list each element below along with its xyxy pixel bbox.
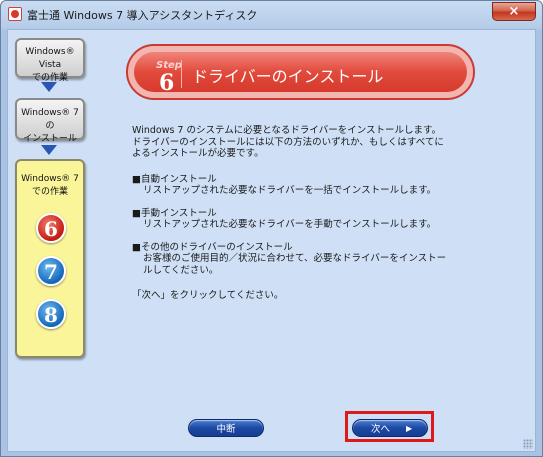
cancel-button[interactable]: 中断 [188,419,264,437]
step-win7-work-line2: での作業 [31,187,68,197]
play-arrow-icon: ▶ [406,423,413,433]
intro-line: ドライバーのインストールには以下の方法のいずれか、もしくはすべてに [132,136,444,148]
step-banner-inner: Step 6 ドライバーのインストール [134,52,467,96]
step-win7-install-line1: Windows® 7 の [21,108,79,131]
method-other-desc-line1: お客様のご使用目的／状況に合わせて、必要なドライバーをインストー [143,253,447,264]
method-auto-desc: リストアップされた必要なドライバーを一括でインストールします。 [143,185,437,196]
application-window: 富士通 Windows 7 導入アシスタントディスク × Windows® Vi… [0,0,543,457]
intro-text: Windows 7 のシステムに必要となるドライバーをインストールします。 ドラ… [132,125,482,160]
arrow-down-icon [41,145,57,155]
client-area: Windows® Vista での作業 Windows® 7 の インストール … [7,29,536,452]
step-vista-work: Windows® Vista での作業 [15,38,85,83]
next-button[interactable]: 次へ ▶ [352,419,428,437]
method-manual-desc: リストアップされた必要なドライバーを手動でインストールします。 [143,219,437,230]
intro-line: よるインストールが必要です。 [132,148,264,159]
intro-line: Windows 7 のシステムに必要となるドライバーをインストールします。 [132,125,442,136]
close-button[interactable]: × [492,2,536,21]
method-auto-heading: ■自動インストール [132,173,217,185]
banner-step-number: 6 [159,70,175,96]
banner-divider [181,60,182,88]
step-banner: Step 6 ドライバーのインストール [126,44,475,100]
instructions: Windows 7 のシステムに必要となるドライバーをインストールします。 ドラ… [132,125,482,302]
close-icon: × [508,4,520,19]
arrow-down-icon [41,82,57,92]
step-8-circle: 8 [36,299,66,329]
next-button-label: 次へ [371,424,391,435]
page-title: ドライバーのインストール [192,67,384,86]
method-other: ■その他のドライバーのインストール お客様のご使用目的／状況に合わせて、必要なド… [132,242,482,277]
step-win7-work-line1: Windows® 7 [21,174,79,184]
resize-grip-icon[interactable] [523,439,533,449]
step-win7-work-current: Windows® 7 での作業 6 7 8 [15,159,85,358]
outro-text: 「次へ」をクリックしてください。 [132,290,284,301]
method-auto: ■自動インストール リストアップされた必要なドライバーを一括でインストールします… [132,174,482,197]
method-other-heading: ■その他のドライバーのインストール [132,241,293,253]
method-manual-heading: ■手動インストール [132,207,217,219]
fujitsu-app-icon [8,7,22,21]
step-vista-line1: Windows® Vista [25,47,75,70]
method-other-desc-line2: ルしてください。 [143,264,219,276]
step-win7-install: Windows® 7 の インストール [15,98,85,144]
method-manual: ■手動インストール リストアップされた必要なドライバーを手動でインストールします… [132,208,482,231]
window-title: 富士通 Windows 7 導入アシスタントディスク [27,9,258,22]
title-bar[interactable]: 富士通 Windows 7 導入アシスタントディスク × [1,1,542,27]
step-6-circle: 6 [36,213,66,243]
step-7-circle: 7 [36,256,66,286]
